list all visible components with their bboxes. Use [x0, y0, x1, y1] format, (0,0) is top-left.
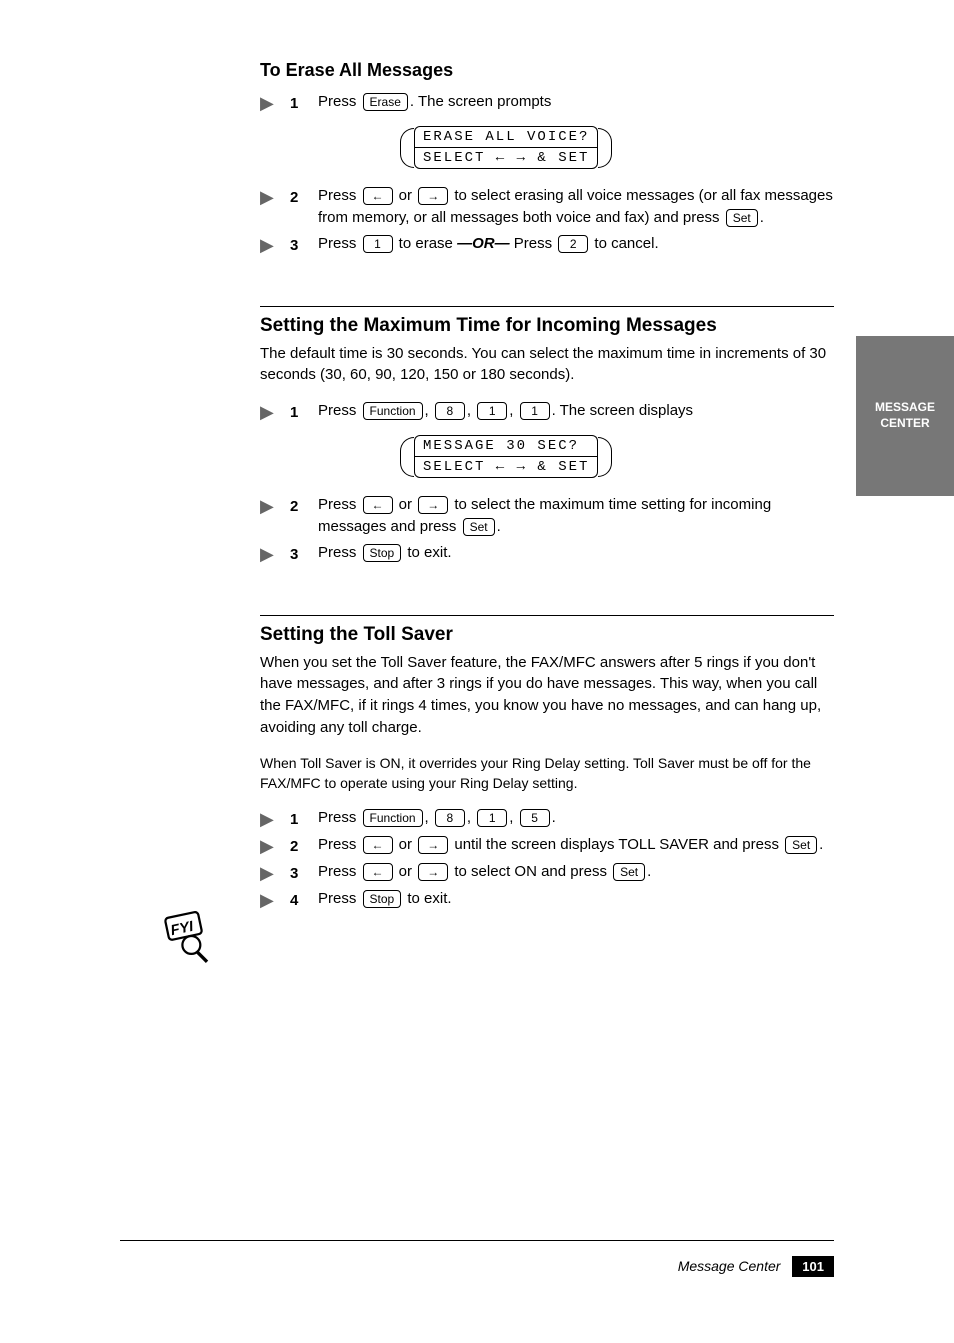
function-key: Function: [363, 402, 423, 420]
step-number: 2: [290, 834, 318, 855]
max-time-section: Setting the Maximum Time for Incoming Me…: [260, 306, 834, 565]
two-key: 2: [558, 235, 588, 253]
step-number: 1: [290, 400, 318, 421]
step-body: Press ← or → until the screen displays T…: [318, 834, 834, 856]
page-footer: Message Center 101: [678, 1256, 834, 1277]
step-number: 1: [290, 91, 318, 112]
left-arrow-key: ←: [363, 836, 393, 854]
one-key: 1: [520, 402, 550, 420]
step-pointer-icon: ▶: [260, 861, 290, 884]
step-body: Press Function, 8, 1, 1. The screen disp…: [318, 400, 834, 422]
step-row: ▶ 2 Press ← or → until the screen displa…: [260, 834, 834, 857]
set-key: Set: [463, 518, 495, 536]
right-arrow-key: →: [418, 187, 448, 205]
one-key: 1: [477, 402, 507, 420]
lcd-cap-left-icon: [400, 128, 414, 168]
right-arrow-key: →: [418, 863, 448, 881]
max-time-title: Setting the Maximum Time for Incoming Me…: [260, 306, 834, 337]
step-body: Press 1 to erase —OR— Press 2 to cancel.: [318, 233, 834, 255]
page-number: 101: [792, 1256, 834, 1277]
step-pointer-icon: ▶: [260, 807, 290, 830]
step-body: Press ← or → to select ON and press Set.: [318, 861, 834, 883]
erase-all-title: To Erase All Messages: [260, 60, 834, 81]
left-arrow-key: ←: [363, 187, 393, 205]
lcd-cap-right-icon: [598, 437, 612, 477]
lcd-display: MESSAGE 30 SEC? SELECT ← → & SET: [400, 435, 834, 478]
one-key: 1: [363, 235, 393, 253]
step-body: Press Function, 8, 1, 5.: [318, 807, 834, 829]
side-tab: MESSAGE CENTER: [856, 336, 954, 496]
erase-all-section: To Erase All Messages ▶ 1 Press Erase. T…: [260, 60, 834, 256]
lcd-cap-right-icon: [598, 128, 612, 168]
step-body: Press Erase. The screen prompts: [318, 91, 834, 113]
manual-page: MESSAGE CENTER To Erase All Messages ▶ 1…: [0, 0, 954, 1343]
lcd-cap-left-icon: [400, 437, 414, 477]
step-number: 1: [290, 807, 318, 828]
step-pointer-icon: ▶: [260, 185, 290, 208]
right-arrow-key: →: [418, 496, 448, 514]
fyi-icon: FYI: [160, 908, 230, 970]
right-arrow-key: →: [418, 836, 448, 854]
left-arrow-key: ←: [363, 496, 393, 514]
max-time-intro: The default time is 30 seconds. You can …: [260, 343, 834, 387]
step-row: ▶ 3 Press Stop to exit.: [260, 542, 834, 565]
step-body: Press ← or → to select the maximum time …: [318, 494, 834, 538]
step-number: 2: [290, 185, 318, 206]
step-body: Press Stop to exit.: [318, 542, 834, 564]
step-pointer-icon: ▶: [260, 888, 290, 911]
step-row: ▶ 2 Press ← or → to select the maximum t…: [260, 494, 834, 538]
step-row: ▶ 3 Press 1 to erase —OR— Press 2 to can…: [260, 233, 834, 256]
step-pointer-icon: ▶: [260, 91, 290, 114]
toll-saver-title: Setting the Toll Saver: [260, 615, 834, 646]
function-key: Function: [363, 809, 423, 827]
lcd-line-2: SELECT ← → & SET: [414, 456, 598, 478]
one-key: 1: [477, 809, 507, 827]
step-pointer-icon: ▶: [260, 494, 290, 517]
side-tab-label: MESSAGE CENTER: [864, 400, 946, 431]
stop-key: Stop: [363, 890, 402, 908]
erase-key: Erase: [363, 93, 408, 111]
footer-rule: [120, 1240, 834, 1243]
step-pointer-icon: ▶: [260, 542, 290, 565]
lcd-line-1: ERASE ALL VOICE?: [414, 126, 598, 147]
step-pointer-icon: ▶: [260, 400, 290, 423]
set-key: Set: [613, 863, 645, 881]
step-row: ▶ 1 Press Function, 8, 1, 5.: [260, 807, 834, 830]
toll-saver-intro1: When you set the Toll Saver feature, the…: [260, 652, 834, 739]
footer-label: Message Center: [678, 1258, 781, 1274]
five-key: 5: [520, 809, 550, 827]
set-key: Set: [726, 209, 758, 227]
step-body: Press Stop to exit.: [318, 888, 834, 910]
step-row: ▶ 3 Press ← or → to select ON and press …: [260, 861, 834, 884]
step-row: ▶ 2 Press ← or → to select erasing all v…: [260, 185, 834, 229]
step-row: ▶ 1 Press Erase. The screen prompts: [260, 91, 834, 114]
step-number: 4: [290, 888, 318, 909]
lcd-line-2: SELECT ← → & SET: [414, 147, 598, 169]
lcd-line-1: MESSAGE 30 SEC?: [414, 435, 598, 456]
step-number: 2: [290, 494, 318, 515]
stop-key: Stop: [363, 544, 402, 562]
toll-saver-section: Setting the Toll Saver When you set the …: [260, 615, 834, 912]
step-row: ▶ 4 Press Stop to exit.: [260, 888, 834, 911]
toll-saver-intro2: When Toll Saver is ON, it overrides your…: [260, 753, 834, 794]
step-row: ▶ 1 Press Function, 8, 1, 1. The screen …: [260, 400, 834, 423]
eight-key: 8: [435, 402, 465, 420]
step-pointer-icon: ▶: [260, 233, 290, 256]
lcd-lines: ERASE ALL VOICE? SELECT ← → & SET: [414, 126, 598, 169]
set-key: Set: [785, 836, 817, 854]
step-body: Press ← or → to select erasing all voice…: [318, 185, 834, 229]
eight-key: 8: [435, 809, 465, 827]
lcd-lines: MESSAGE 30 SEC? SELECT ← → & SET: [414, 435, 598, 478]
left-arrow-key: ←: [363, 863, 393, 881]
lcd-display: ERASE ALL VOICE? SELECT ← → & SET: [400, 126, 834, 169]
step-number: 3: [290, 233, 318, 254]
step-number: 3: [290, 542, 318, 563]
or-label: —OR—: [457, 235, 510, 252]
step-pointer-icon: ▶: [260, 834, 290, 857]
step-number: 3: [290, 861, 318, 882]
